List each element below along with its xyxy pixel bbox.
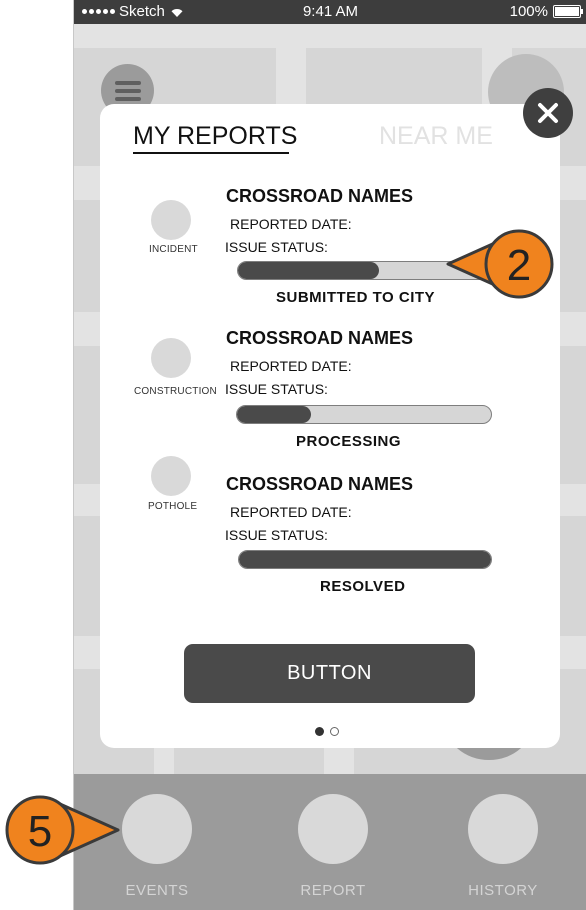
status-progress-bar — [238, 550, 492, 569]
callout-number: 5 — [28, 807, 52, 856]
progress-fill — [239, 551, 491, 568]
close-icon — [538, 103, 558, 123]
bottom-tab-bar: EVENTS REPORT HISTORY — [74, 774, 586, 910]
close-button[interactable] — [523, 88, 573, 138]
status-progress-bar — [236, 405, 492, 424]
reported-date-label: REPORTED DATE: — [230, 504, 352, 520]
report-title: CROSSROAD NAMES — [226, 328, 414, 348]
issue-status-label: ISSUE STATUS: — [225, 239, 328, 255]
issue-status-label: ISSUE STATUS: — [225, 527, 328, 543]
pothole-icon — [151, 456, 191, 496]
progress-fill — [237, 406, 311, 423]
tab-bar-label: REPORT — [300, 882, 366, 899]
page-dot-active[interactable] — [315, 727, 324, 736]
report-title: CROSSROAD NAMES — [226, 474, 414, 494]
status-text: PROCESSING — [296, 433, 402, 450]
tab-bar-label: EVENTS — [125, 882, 189, 899]
tab-bar-item-history[interactable]: HISTORY — [443, 794, 563, 899]
active-tab-indicator — [133, 152, 289, 154]
battery-icon — [553, 5, 583, 18]
callout-number: 2 — [507, 241, 531, 290]
primary-button[interactable]: BUTTON — [184, 644, 475, 703]
reports-modal: MY REPORTS NEAR ME INCIDENT CROSSROAD NA… — [100, 104, 560, 748]
status-text: SUBMITTED TO CITY — [276, 289, 436, 306]
progress-fill — [238, 262, 380, 279]
status-bar: Sketch 9:41 AM 100% — [74, 0, 586, 24]
battery-percent: 100% — [509, 3, 548, 20]
page-dot[interactable] — [330, 727, 339, 736]
reported-date-label: REPORTED DATE: — [230, 216, 352, 232]
report-type: INCIDENT — [149, 244, 198, 255]
phone-screen: Sketch 9:41 AM 100% MY REPORTS NEAR ME I… — [73, 0, 586, 910]
tab-near-me[interactable]: NEAR ME — [379, 122, 493, 151]
incident-icon — [151, 200, 191, 240]
page-indicator — [315, 727, 339, 736]
tab-bar-label: HISTORY — [468, 882, 538, 899]
report-title: CROSSROAD NAMES — [226, 186, 414, 206]
report-type: POTHOLE — [148, 501, 198, 512]
callout-5: 5 — [5, 795, 120, 865]
reported-date-label: REPORTED DATE: — [230, 358, 352, 374]
events-icon — [122, 794, 192, 864]
report-icon — [298, 794, 368, 864]
construction-icon — [151, 338, 191, 378]
history-icon — [468, 794, 538, 864]
issue-status-label: ISSUE STATUS: — [225, 381, 328, 397]
status-text: RESOLVED — [320, 578, 406, 595]
tab-bar-item-report[interactable]: REPORT — [273, 794, 393, 899]
callout-2: 2 — [446, 229, 554, 299]
tab-my-reports[interactable]: MY REPORTS — [133, 122, 297, 151]
report-type: CONSTRUCTION — [134, 386, 217, 397]
